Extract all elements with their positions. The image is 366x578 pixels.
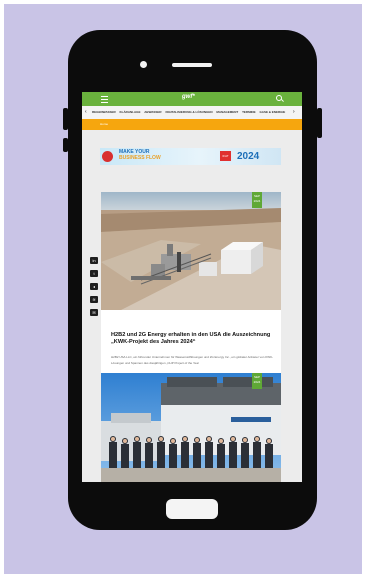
topic-link[interactable]: KLÄRANLAGE	[120, 110, 141, 114]
topic-link[interactable]: GASE & ENERGIE	[259, 110, 285, 114]
date-badge: SEP 2024	[252, 192, 262, 208]
article-headline[interactable]: H2B2 und 2G Energy erhalten in den USA d…	[111, 332, 281, 346]
topic-link[interactable]: MANAGEMENT	[216, 110, 238, 114]
topic-nav-bar: ‹ REGENWASSER KLÄRANLAGE ABWASSER DIGITA…	[82, 106, 302, 119]
linkedin-icon[interactable]: in	[90, 257, 98, 264]
team-group-photo	[101, 373, 281, 482]
home-button[interactable]	[166, 499, 218, 519]
breadcrumb: Home	[82, 119, 302, 130]
advertisement-banner[interactable]: MAKE YOUR BUSINESS FLOW IFAT 2024	[100, 148, 281, 165]
chevron-right-icon[interactable]: ›	[293, 106, 295, 119]
topic-link[interactable]: ABWASSER	[144, 110, 161, 114]
date-year: 2024	[253, 199, 261, 203]
ad-headline-line2: BUSINESS FLOW	[119, 155, 161, 161]
topic-link[interactable]: DIGITALISIERUNG & LÖSUNGEN	[165, 110, 212, 114]
ad-event-badge: IFAT	[220, 151, 231, 161]
breadcrumb-home-link[interactable]: Home	[100, 119, 108, 130]
desert-plant-photo	[101, 192, 281, 310]
email-icon[interactable]: ✉	[90, 309, 98, 316]
date-badge: SEP 2024	[252, 373, 262, 389]
article-image[interactable]	[101, 192, 281, 310]
camera-icon	[140, 61, 147, 68]
phone-screen: gwf* ‹ REGENWASSER KLÄRANLAGE ABWASSER D…	[82, 92, 302, 482]
speaker-grille	[172, 63, 212, 67]
ad-headline: MAKE YOUR BUSINESS FLOW	[119, 149, 161, 161]
site-logo[interactable]: gwf*	[182, 94, 195, 100]
hamburger-menu-icon[interactable]	[101, 96, 108, 103]
rss-icon[interactable]: ≋	[90, 296, 98, 303]
telegram-icon[interactable]: ◂	[90, 283, 98, 290]
article-excerpt: H2B2 USA LLC, ein führender Unternehmen …	[111, 355, 274, 365]
ad-year: 2024	[237, 151, 260, 162]
date-year: 2024	[253, 380, 261, 384]
article-image[interactable]	[101, 373, 281, 482]
twitter-icon[interactable]: t	[90, 270, 98, 277]
phone-power-button	[317, 108, 322, 138]
topic-link[interactable]: TERMINE	[242, 110, 256, 114]
chevron-left-icon[interactable]: ‹	[85, 106, 87, 119]
topic-link[interactable]: REGENWASSER	[92, 110, 116, 114]
brand-logo-icon	[102, 151, 113, 162]
site-header: gwf*	[82, 92, 302, 106]
search-icon[interactable]	[276, 95, 282, 101]
